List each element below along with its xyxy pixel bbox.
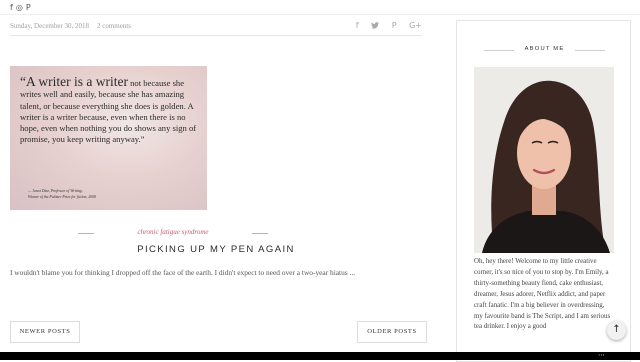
pinterest-share-icon[interactable]: P bbox=[392, 21, 397, 30]
quote-text: “A writer is a writer not because she wr… bbox=[20, 74, 200, 146]
post-meta-bar: Sunday, December 30, 2018 2 comments f P… bbox=[10, 20, 422, 36]
twitter-share-icon[interactable] bbox=[371, 21, 382, 30]
post-title[interactable]: PICKING UP MY PEN AGAIN bbox=[10, 244, 422, 255]
instagram-icon[interactable]: ◎ bbox=[16, 3, 24, 12]
newer-posts-button[interactable]: NEWER POSTS bbox=[10, 321, 80, 343]
system-navigation-bar bbox=[0, 352, 640, 360]
social-links: f ◎ P bbox=[10, 3, 34, 12]
widget-title-divider-right bbox=[575, 50, 605, 51]
quote-attribution: — Junot Díaz, Professor of Writing, Winn… bbox=[28, 188, 198, 200]
post-featured-image[interactable]: “A writer is a writer not because she wr… bbox=[10, 66, 207, 210]
category-divider-right bbox=[252, 233, 268, 234]
more-options-icon[interactable]: ⋯ bbox=[598, 351, 605, 359]
pinterest-icon[interactable]: P bbox=[26, 3, 32, 12]
share-icons: f P G+ bbox=[346, 21, 422, 30]
facebook-icon[interactable]: f bbox=[10, 3, 14, 12]
about-me-widget: ABOUT ME Oh, hey there! Welcome to my li… bbox=[456, 20, 631, 362]
profile-photo bbox=[474, 67, 614, 253]
scroll-to-top-button[interactable]: ↑ bbox=[607, 321, 626, 340]
google-plus-share-icon[interactable]: G+ bbox=[409, 21, 422, 30]
category-link[interactable]: chronic fatigue syndrome bbox=[94, 228, 252, 236]
widget-title-row: ABOUT ME bbox=[476, 45, 613, 55]
older-posts-button[interactable]: OLDER POSTS bbox=[357, 321, 427, 343]
about-me-title: ABOUT ME bbox=[524, 46, 565, 52]
facebook-share-icon[interactable]: f bbox=[356, 21, 359, 30]
quote-opening: “A writer is a writer bbox=[20, 74, 128, 89]
about-me-text: Oh, hey there! Welcome to my little crea… bbox=[474, 258, 611, 331]
arrow-up-icon: ↑ bbox=[612, 324, 621, 335]
quote-attribution-line-2: Winner of the Pulitzer Prize for fiction… bbox=[28, 195, 96, 199]
post-comments-link[interactable]: 2 comments bbox=[97, 22, 131, 30]
post-category: chronic fatigue syndrome bbox=[78, 228, 268, 238]
post-excerpt: I wouldn't blame you for thinking I drop… bbox=[10, 268, 356, 277]
category-divider-left bbox=[78, 233, 94, 234]
post-date[interactable]: Sunday, December 30, 2018 bbox=[10, 22, 89, 30]
top-bar: f ◎ P bbox=[0, 0, 640, 15]
